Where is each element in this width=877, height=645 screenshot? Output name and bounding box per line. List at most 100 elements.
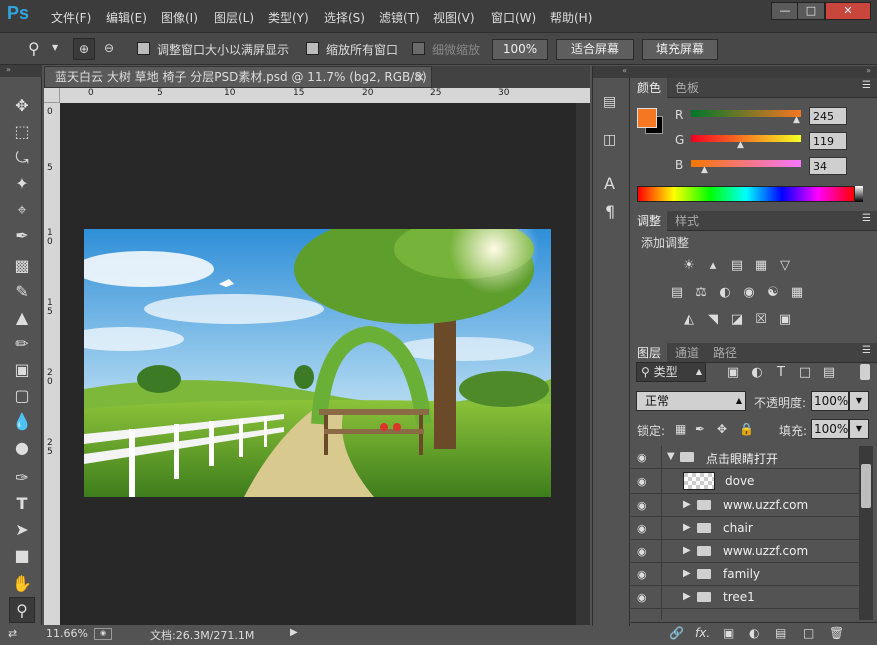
folder-icon[interactable]: ▤ bbox=[775, 626, 786, 640]
menu-filter[interactable]: 滤镜(T) bbox=[379, 9, 420, 26]
channel-mixer-icon[interactable]: ☯ bbox=[763, 285, 783, 301]
filter-type-icon[interactable]: T bbox=[771, 365, 791, 381]
pen-tool-icon[interactable]: ✑ bbox=[9, 465, 35, 491]
zoom-in-icon[interactable]: ⊕ bbox=[73, 38, 95, 60]
layer-row[interactable]: ◉ ▶ tree1 bbox=[631, 586, 859, 609]
menu-select[interactable]: 选择(S) bbox=[324, 9, 365, 26]
expand-triangle-icon[interactable]: ▶ bbox=[683, 499, 691, 510]
panel-collapse-icon[interactable]: « bbox=[593, 66, 631, 78]
menu-edit[interactable]: 编辑(E) bbox=[106, 9, 147, 26]
chevron-down-icon[interactable]: ▼ bbox=[52, 43, 58, 52]
layers-scrollbar[interactable] bbox=[859, 446, 873, 620]
panel-collapse-icon[interactable]: » bbox=[0, 65, 42, 77]
marquee-tool-icon[interactable]: ⬚ bbox=[9, 119, 35, 145]
layers-scrollbar-thumb[interactable] bbox=[861, 464, 871, 508]
menu-file[interactable]: 文件(F) bbox=[51, 9, 91, 26]
path-selection-tool-icon[interactable]: ➤ bbox=[9, 517, 35, 543]
tab-color[interactable]: 颜色 bbox=[631, 78, 668, 98]
eye-icon[interactable]: ◉ bbox=[637, 522, 653, 535]
lock-pixels-icon[interactable]: ✒ bbox=[695, 422, 705, 436]
history-brush-tool-icon[interactable]: ✏ bbox=[9, 331, 35, 357]
rectangle-tool-icon[interactable]: ■ bbox=[9, 543, 35, 569]
fill-screen-button[interactable]: 填充屏幕 bbox=[642, 39, 718, 60]
fill-dropdown-icon[interactable]: ▼ bbox=[849, 419, 869, 439]
new-layer-icon[interactable]: □ bbox=[803, 626, 814, 640]
crop-tool-icon[interactable]: ⌖ bbox=[9, 197, 35, 223]
eye-icon[interactable]: ◉ bbox=[637, 568, 653, 581]
color-balance-icon[interactable]: ⚖ bbox=[691, 285, 711, 301]
eyedropper-tool-icon[interactable]: ✒ bbox=[9, 223, 35, 249]
eraser-tool-icon[interactable]: ▣ bbox=[9, 357, 35, 383]
r-value-field[interactable]: 245 bbox=[809, 107, 847, 125]
type-tool-icon[interactable]: T bbox=[9, 491, 35, 517]
zoom-tool-icon[interactable]: ⚲ bbox=[28, 39, 40, 58]
vertical-scrollbar[interactable] bbox=[576, 103, 590, 625]
close-button[interactable]: ✕ bbox=[825, 2, 871, 20]
black-white-icon[interactable]: ◐ bbox=[715, 285, 735, 301]
layer-row[interactable]: ◉ ▶ chair bbox=[631, 517, 859, 540]
ruler-origin[interactable] bbox=[44, 88, 60, 103]
color-spectrum-bar[interactable] bbox=[637, 186, 855, 202]
r-slider-handle[interactable]: ▲ bbox=[793, 115, 800, 125]
expand-triangle-icon[interactable]: ▶ bbox=[683, 522, 691, 533]
eye-icon[interactable]: ◉ bbox=[637, 475, 653, 488]
expand-triangle-icon[interactable]: ▼ bbox=[667, 451, 675, 462]
selective-color-icon[interactable]: ☒ bbox=[751, 312, 771, 328]
filter-toggle[interactable] bbox=[860, 364, 870, 380]
menu-window[interactable]: 窗口(W) bbox=[491, 9, 536, 26]
lock-transparent-icon[interactable]: ▦ bbox=[675, 422, 686, 436]
document-image[interactable] bbox=[84, 229, 551, 497]
b-value-field[interactable]: 34 bbox=[809, 157, 847, 175]
vertical-ruler[interactable]: 0 5 1 0 1 5 2 0 2 5 bbox=[44, 103, 60, 625]
expand-triangle-icon[interactable]: ▶ bbox=[683, 568, 691, 579]
expand-triangle-icon[interactable]: ▶ bbox=[683, 545, 691, 556]
panel-menu-icon[interactable]: ☰ bbox=[862, 213, 871, 224]
tab-styles[interactable]: 样式 bbox=[669, 211, 705, 231]
filter-pixel-icon[interactable]: ▣ bbox=[723, 365, 743, 381]
brightness-icon[interactable]: ☀ bbox=[679, 258, 699, 274]
resize-windows-checkbox[interactable] bbox=[137, 42, 150, 55]
opacity-field[interactable]: 100% bbox=[811, 391, 849, 411]
layer-row[interactable]: ◉ ▶ www.uzzf.com bbox=[631, 540, 859, 563]
menu-view[interactable]: 视图(V) bbox=[433, 9, 475, 26]
lock-position-icon[interactable]: ✥ bbox=[717, 422, 727, 436]
clone-stamp-tool-icon[interactable]: ▲ bbox=[9, 305, 35, 331]
gradient-tool-icon[interactable]: ▢ bbox=[9, 383, 35, 409]
eye-icon[interactable]: ◉ bbox=[637, 545, 653, 558]
g-value-field[interactable]: 119 bbox=[809, 132, 847, 150]
layer-row[interactable]: ◉ dove bbox=[631, 469, 859, 494]
filter-smart-object-icon[interactable]: ▤ bbox=[819, 365, 839, 381]
color-lookup-icon[interactable]: ▦ bbox=[787, 285, 807, 301]
layer-row[interactable]: ◉ ▼ 点击眼睛打开 bbox=[631, 446, 859, 469]
blend-mode-select[interactable]: 正常 ▲ bbox=[636, 391, 746, 411]
eye-icon[interactable]: ◉ bbox=[637, 591, 653, 604]
menu-type[interactable]: 类型(Y) bbox=[268, 9, 309, 26]
expand-triangle-icon[interactable]: ▶ bbox=[683, 591, 691, 602]
brush-tool-icon[interactable]: ✎ bbox=[9, 279, 35, 305]
history-icon[interactable]: ▤ bbox=[603, 94, 616, 110]
b-slider-handle[interactable]: ▲ bbox=[701, 165, 708, 175]
link-icon[interactable]: 🔗 bbox=[669, 626, 684, 640]
tab-layers[interactable]: 图层 bbox=[631, 343, 668, 363]
gradient-map-icon[interactable]: ▣ bbox=[775, 312, 795, 328]
zoom-tool-icon[interactable]: ⚲ bbox=[9, 597, 35, 623]
layer-filter-select[interactable]: ⚲ 类型 ▲ bbox=[636, 362, 706, 382]
tab-paths[interactable]: 路径 bbox=[707, 343, 743, 363]
magic-wand-tool-icon[interactable]: ✦ bbox=[9, 171, 35, 197]
3d-icon[interactable]: ◫ bbox=[603, 132, 616, 148]
trash-icon[interactable]: 🗑 bbox=[829, 626, 844, 640]
zoom-out-icon[interactable]: ⊖ bbox=[98, 38, 120, 60]
posterize-icon[interactable]: ◥ bbox=[703, 312, 723, 328]
tab-channels[interactable]: 通道 bbox=[669, 343, 705, 363]
threshold-icon[interactable]: ◪ bbox=[727, 312, 747, 328]
move-tool-icon[interactable]: ✥ bbox=[9, 93, 35, 119]
g-slider[interactable] bbox=[691, 135, 801, 142]
close-tab-icon[interactable]: × bbox=[415, 67, 425, 87]
dodge-tool-icon[interactable]: ● bbox=[9, 435, 35, 461]
panel-collapse-icon[interactable]: » bbox=[631, 66, 877, 78]
levels-icon[interactable]: ▴ bbox=[703, 258, 723, 274]
scrubby-zoom-checkbox[interactable] bbox=[412, 42, 425, 55]
mask-icon[interactable]: ▣ bbox=[723, 626, 734, 640]
zoom-level[interactable]: 11.66% bbox=[46, 627, 88, 640]
tab-swatches[interactable]: 色板 bbox=[669, 78, 705, 98]
